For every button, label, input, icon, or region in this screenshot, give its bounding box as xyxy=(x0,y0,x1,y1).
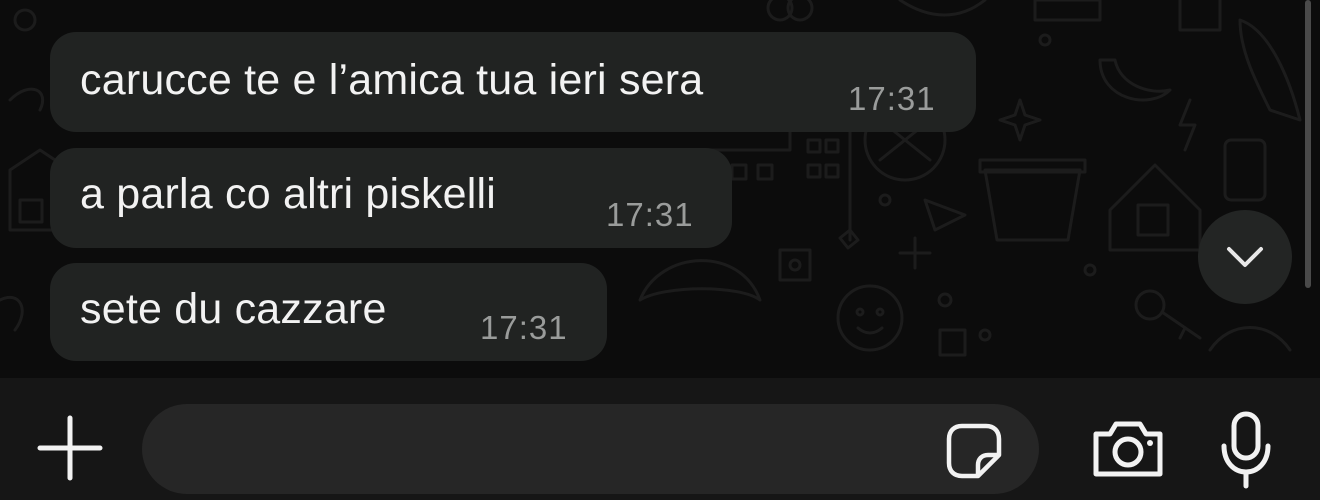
scroll-to-bottom-button[interactable] xyxy=(1198,210,1292,304)
camera-button[interactable] xyxy=(1090,418,1166,480)
chat-screen: carucce te e l’amica tua ieri sera 17:31… xyxy=(0,0,1320,500)
sticker-icon xyxy=(946,423,1002,479)
sticker-button[interactable] xyxy=(946,423,1002,479)
message-text: carucce te e l’amica tua ieri sera xyxy=(80,56,704,104)
microphone-icon xyxy=(1221,411,1271,489)
attach-button[interactable] xyxy=(36,414,104,482)
message-text: a parla co altri piskelli xyxy=(80,170,497,218)
chevron-down-icon xyxy=(1227,247,1263,267)
message-time: 17:31 xyxy=(848,80,936,117)
message-field[interactable] xyxy=(142,404,1039,494)
plus-icon xyxy=(37,415,103,481)
message-bubble[interactable]: a parla co altri piskelli 17:31 xyxy=(50,148,732,248)
microphone-button[interactable] xyxy=(1218,410,1274,490)
chat-scrollbar[interactable] xyxy=(1305,0,1311,288)
message-input[interactable] xyxy=(172,424,936,476)
message-input-bar xyxy=(0,378,1320,500)
chat-area[interactable]: carucce te e l’amica tua ieri sera 17:31… xyxy=(0,0,1320,378)
camera-icon xyxy=(1093,421,1163,477)
message-time: 17:31 xyxy=(606,196,694,233)
message-time: 17:31 xyxy=(480,309,568,346)
message-bubble[interactable]: sete du cazzare 17:31 xyxy=(50,263,607,361)
message-text: sete du cazzare xyxy=(80,285,387,333)
message-bubble[interactable]: carucce te e l’amica tua ieri sera 17:31 xyxy=(50,32,976,132)
